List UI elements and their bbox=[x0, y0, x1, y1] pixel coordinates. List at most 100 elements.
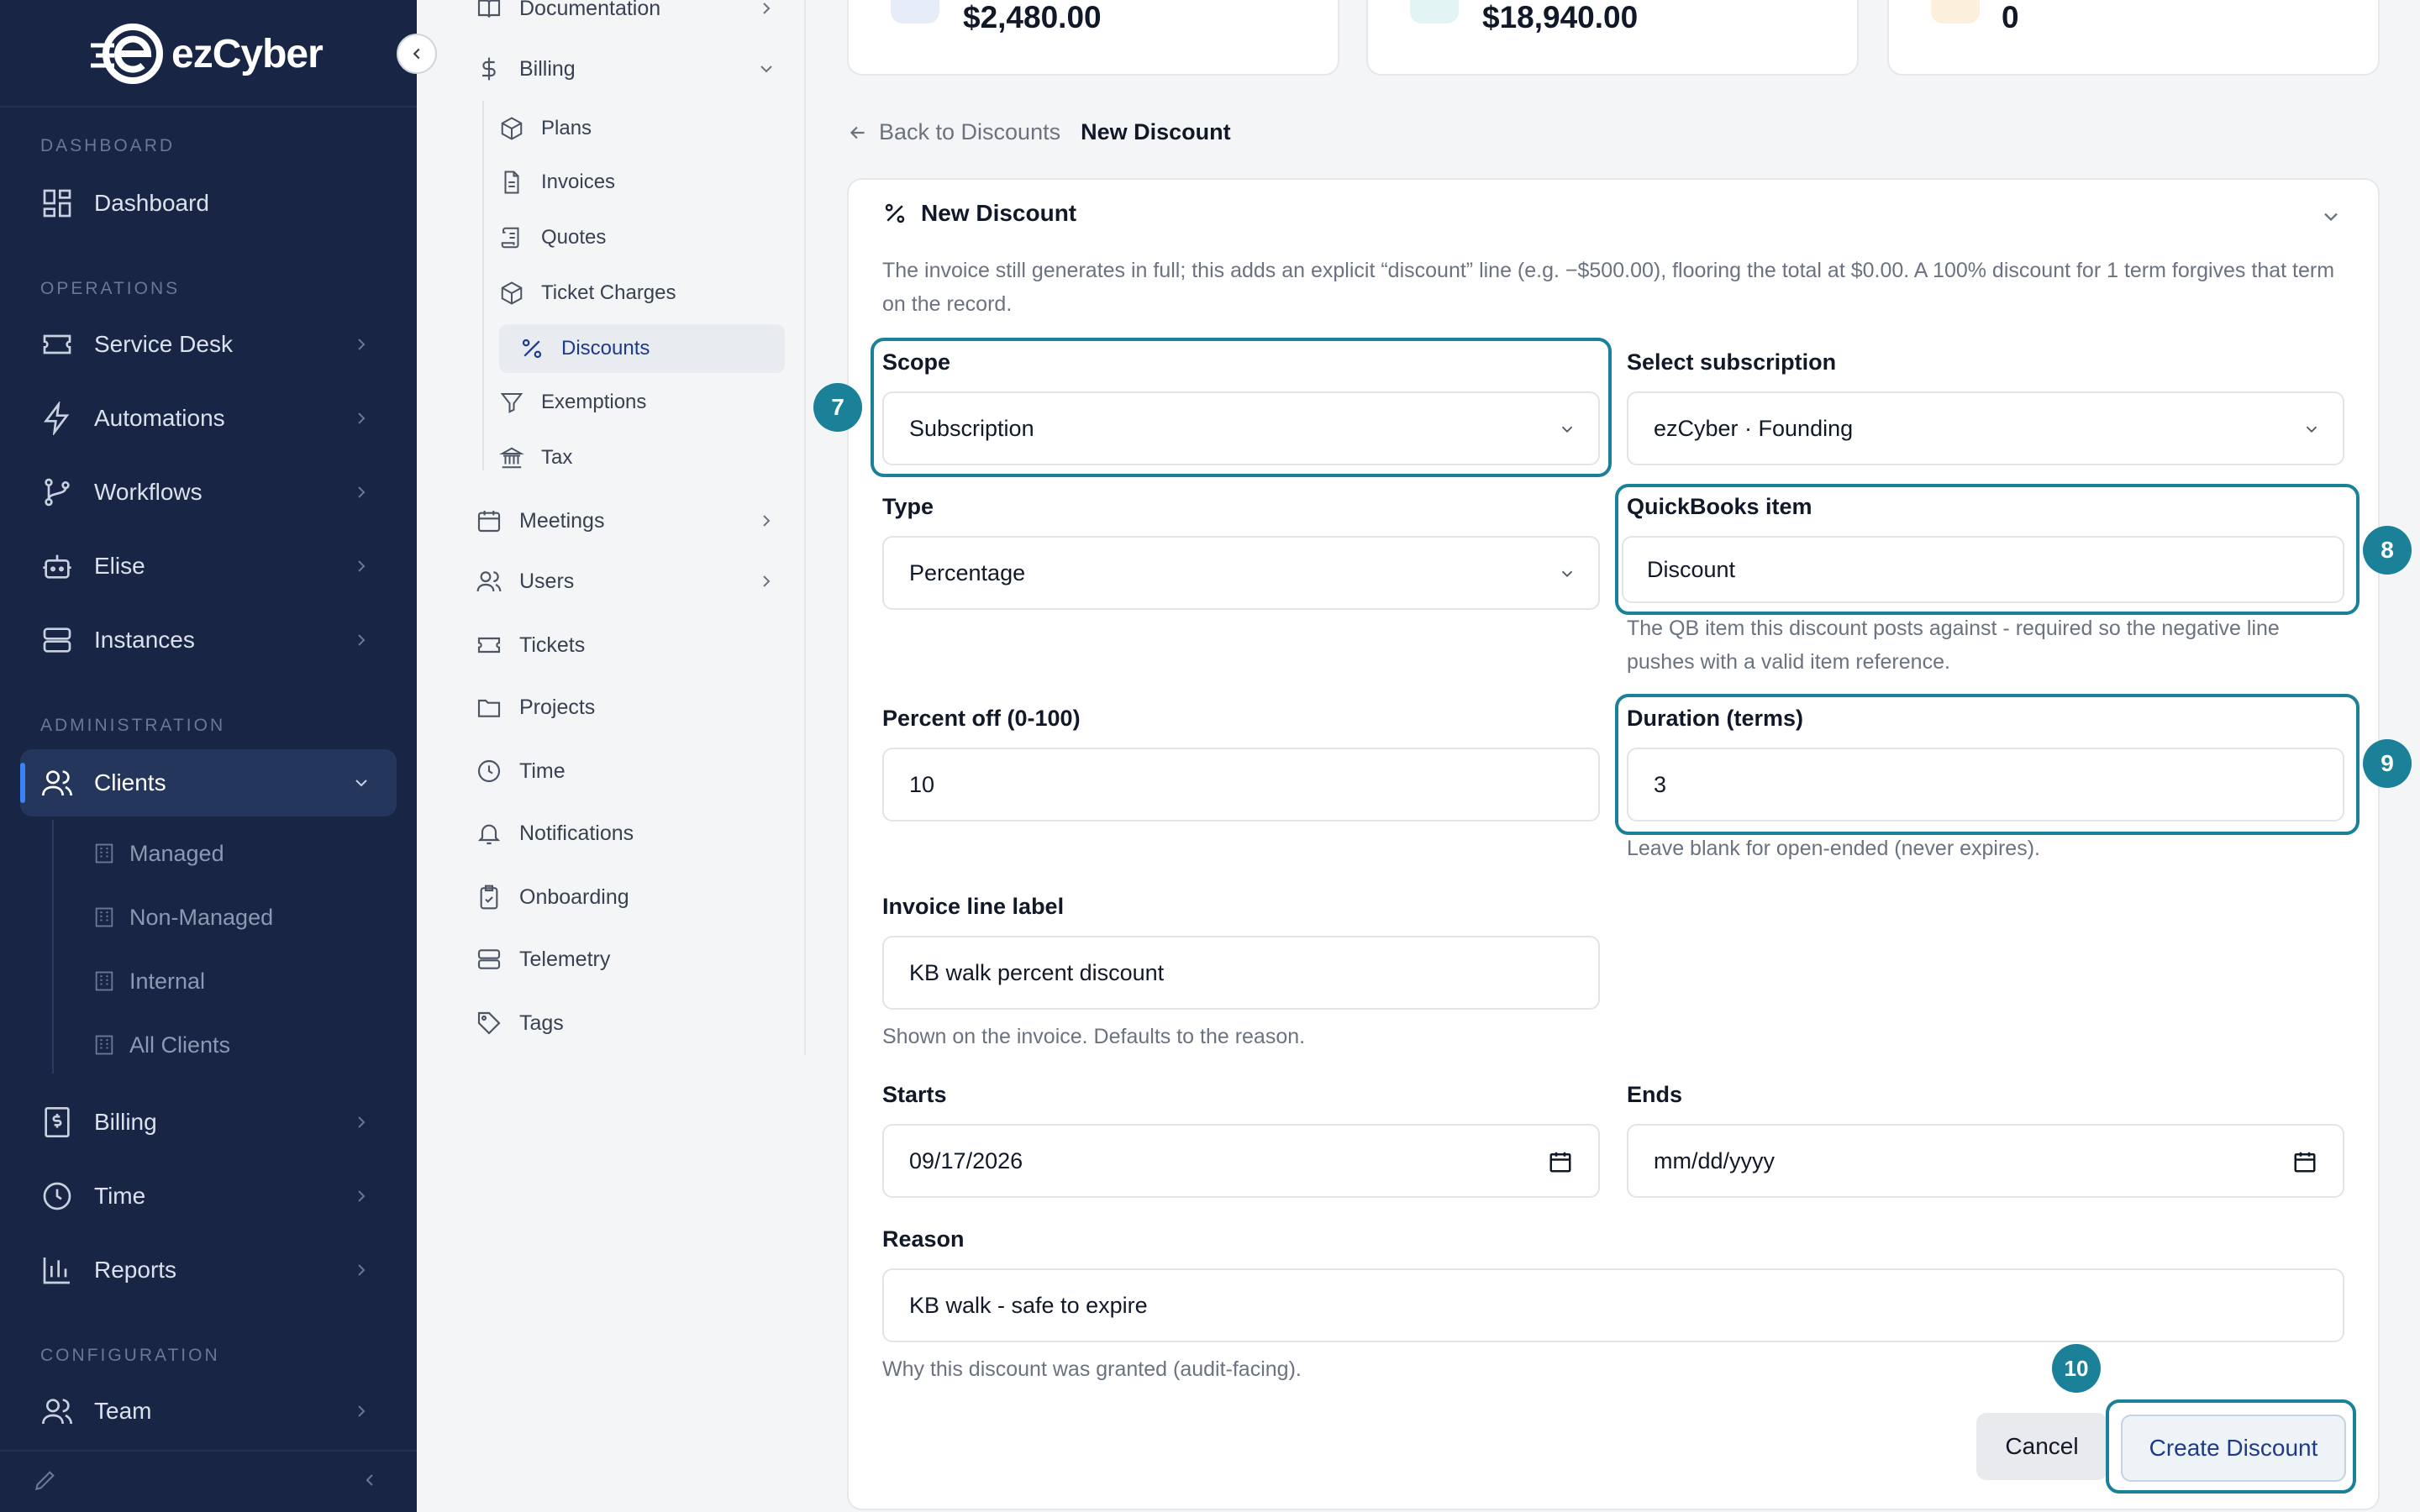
ends-date-input[interactable]: mm/dd/yyyy bbox=[1627, 1124, 2344, 1198]
subnav-users[interactable]: Users bbox=[476, 558, 771, 605]
bell-icon bbox=[477, 824, 501, 845]
calendar-icon[interactable] bbox=[1548, 1149, 1573, 1174]
subnav-sub-label: Exemptions bbox=[541, 391, 647, 413]
file-text-icon bbox=[504, 171, 519, 194]
clock-icon bbox=[477, 759, 501, 783]
server-icon bbox=[477, 949, 501, 969]
sidebar-item-label: Billing bbox=[94, 1109, 157, 1135]
highlight-duration bbox=[1615, 694, 2360, 835]
sidebar-item-automations[interactable]: Automations bbox=[20, 385, 397, 452]
type-select[interactable]: Percentage bbox=[882, 536, 1600, 610]
subnav-label: Telemetry bbox=[519, 947, 611, 971]
sidebar-item-reports[interactable]: Reports bbox=[20, 1236, 397, 1304]
subnav-tags[interactable]: Tags bbox=[476, 1000, 564, 1047]
subnav-plans[interactable]: Plans bbox=[499, 104, 785, 153]
subnav-invoices[interactable]: Invoices bbox=[499, 158, 785, 207]
subnav-label: Tags bbox=[519, 1011, 564, 1035]
percent-icon bbox=[885, 203, 905, 223]
subnav-onboarding[interactable]: Onboarding bbox=[476, 874, 629, 921]
subnav-tickets[interactable]: Tickets bbox=[476, 622, 585, 669]
subnav-label: Tickets bbox=[519, 633, 586, 657]
main-sidebar: ezCyber DASHBOARD Dashboard OPERATIONS S… bbox=[0, 0, 417, 1512]
highlight-create-button bbox=[2106, 1399, 2356, 1494]
server-icon bbox=[43, 627, 71, 653]
stat-card-3: 0 bbox=[1887, 0, 2380, 76]
sidebar-item-label: Service Desk bbox=[94, 331, 233, 357]
subnav-projects[interactable]: Projects bbox=[476, 684, 595, 731]
sidebar-bottom-divider bbox=[0, 1450, 417, 1452]
sidebar-item-dashboard[interactable]: Dashboard bbox=[20, 170, 397, 237]
sidebar-item-elise[interactable]: Elise bbox=[20, 533, 397, 600]
chevron-right-icon bbox=[763, 515, 771, 527]
subnav-ticket-charges[interactable]: Ticket Charges bbox=[499, 269, 785, 318]
subnav-label: Time bbox=[519, 759, 566, 783]
form-description: The invoice still generates in full; thi… bbox=[882, 259, 2335, 316]
subnav-exemptions[interactable]: Exemptions bbox=[499, 378, 785, 427]
building-icon bbox=[95, 843, 113, 864]
box-icon bbox=[501, 117, 523, 140]
chevron-down-icon[interactable] bbox=[2319, 205, 2343, 228]
subnav-meetings[interactable]: Meetings bbox=[476, 497, 771, 544]
subnav-sub-label: Discounts bbox=[561, 337, 650, 360]
sidebar-item-workflows[interactable]: Workflows bbox=[20, 459, 397, 526]
sidebar-sub-non-managed[interactable]: Non-Managed bbox=[92, 894, 273, 941]
pencil-icon[interactable] bbox=[32, 1467, 59, 1494]
chevron-right-icon bbox=[763, 3, 771, 14]
subnav-tax[interactable]: Tax bbox=[499, 433, 785, 482]
back-to-discounts-link[interactable]: Back to Discounts bbox=[879, 119, 1060, 145]
dashboard-grid-icon bbox=[43, 189, 71, 218]
chevron-right-icon bbox=[358, 1190, 366, 1202]
subnav-billing[interactable]: Billing bbox=[476, 45, 772, 92]
stat-value: $18,940.00 bbox=[1482, 0, 1639, 34]
subnav-documentation[interactable]: Documentation bbox=[476, 0, 771, 32]
subscription-select[interactable]: ezCyber · Founding bbox=[1627, 391, 2344, 465]
sidebar-toggle-button[interactable] bbox=[397, 34, 437, 74]
filter-icon bbox=[500, 393, 523, 413]
highlight-qb-item bbox=[1615, 484, 2360, 615]
sidebar-item-billing[interactable]: Billing bbox=[20, 1089, 397, 1156]
sidebar-sub-internal[interactable]: Internal bbox=[92, 958, 205, 1005]
reason-value: KB walk - safe to expire bbox=[909, 1292, 1148, 1318]
subnav-discounts[interactable]: Discounts bbox=[499, 324, 785, 373]
users-icon bbox=[42, 770, 72, 796]
sidebar-item-time[interactable]: Time bbox=[20, 1163, 397, 1230]
sidebar-item-label: Dashboard bbox=[94, 190, 209, 216]
sidebar-sub-managed[interactable]: Managed bbox=[92, 830, 224, 877]
starts-date-input[interactable]: 09/17/2026 bbox=[882, 1124, 1600, 1198]
subnav-notifications[interactable]: Notifications bbox=[476, 810, 634, 857]
percent-off-input[interactable]: 10 bbox=[882, 748, 1600, 822]
landmark-icon bbox=[499, 447, 524, 469]
highlight-scope bbox=[871, 338, 1612, 477]
sidebar-item-clients[interactable]: Clients bbox=[20, 749, 397, 816]
section-configuration: CONFIGURATION bbox=[40, 1346, 220, 1365]
sidebar-sub-label: Non-Managed bbox=[129, 904, 274, 930]
sidebar-item-instances[interactable]: Instances bbox=[20, 606, 397, 674]
calendar-icon[interactable] bbox=[2292, 1149, 2317, 1174]
sidebar-item-service-desk[interactable]: Service Desk bbox=[20, 311, 397, 378]
reason-label: Reason bbox=[882, 1226, 965, 1252]
subnav-label: Projects bbox=[519, 695, 596, 719]
ends-label: Ends bbox=[1627, 1082, 1683, 1107]
subnav-quotes[interactable]: Quotes bbox=[499, 213, 785, 262]
chevron-right-icon bbox=[358, 339, 366, 350]
step-badge-9: 9 bbox=[2363, 739, 2412, 788]
brand-name: ezCyber bbox=[171, 31, 324, 76]
subnav-telemetry[interactable]: Telemetry bbox=[476, 936, 610, 983]
chevron-down-icon bbox=[1561, 570, 1573, 578]
reason-input[interactable]: KB walk - safe to expire bbox=[882, 1268, 2344, 1342]
bar-chart-icon bbox=[43, 1257, 70, 1284]
sidebar-item-team[interactable]: Team bbox=[20, 1378, 397, 1445]
sidebar-sub-all-clients[interactable]: All Clients bbox=[92, 1021, 230, 1068]
stat-card-1: $2,480.00 bbox=[847, 0, 1339, 76]
box-icon bbox=[501, 281, 523, 305]
sidebar-item-label: Workflows bbox=[94, 479, 203, 505]
subnav-label: Billing bbox=[519, 56, 576, 81]
subnav-label: Users bbox=[519, 569, 575, 593]
cancel-button[interactable]: Cancel bbox=[1976, 1413, 2107, 1480]
ends-value: mm/dd/yyyy bbox=[1654, 1147, 1776, 1173]
collapse-sidebar-icon[interactable] bbox=[360, 1470, 380, 1490]
brand-logo[interactable]: ezCyber bbox=[89, 20, 324, 87]
subnav-time[interactable]: Time bbox=[476, 748, 566, 795]
invoice-line-input[interactable]: KB walk percent discount bbox=[882, 936, 1600, 1010]
starts-value: 09/17/2026 bbox=[909, 1147, 1023, 1173]
